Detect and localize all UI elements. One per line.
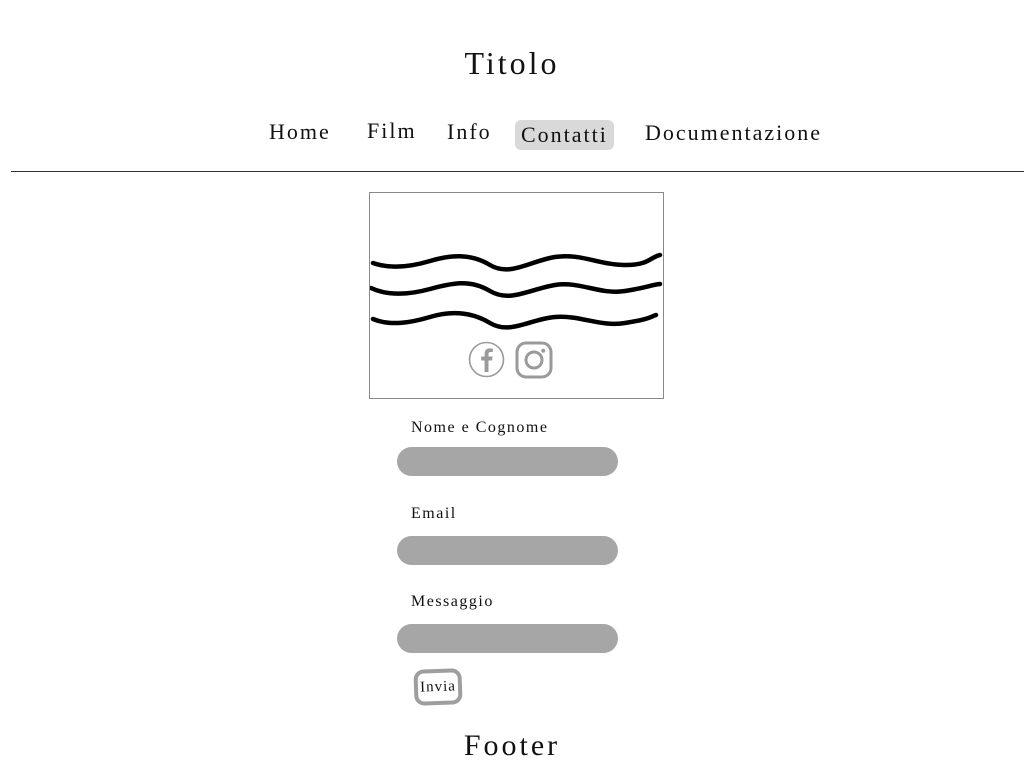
nav-item-film[interactable]: Film [367,116,417,146]
send-button[interactable]: Invia [413,668,463,706]
header-divider [11,171,1024,172]
page-title: Titolo [464,45,560,81]
footer: Footer [463,729,561,762]
name-field[interactable] [397,447,618,476]
wave-line [370,252,663,272]
email-field[interactable] [397,536,618,565]
message-label: Messaggio [411,593,494,610]
wave-line [370,310,659,330]
message-field[interactable] [397,624,618,653]
nav-item-documentazione[interactable]: Documentazione [645,118,822,148]
nav-item-info[interactable]: Info [447,117,492,147]
wave-line [370,281,663,298]
nav-item-home[interactable]: Home [269,117,331,147]
email-label: Email [411,505,457,522]
nav-item-contatti[interactable]: Contatti [515,120,614,150]
name-label: Nome e Cognome [411,419,549,436]
hero-image [369,192,664,399]
